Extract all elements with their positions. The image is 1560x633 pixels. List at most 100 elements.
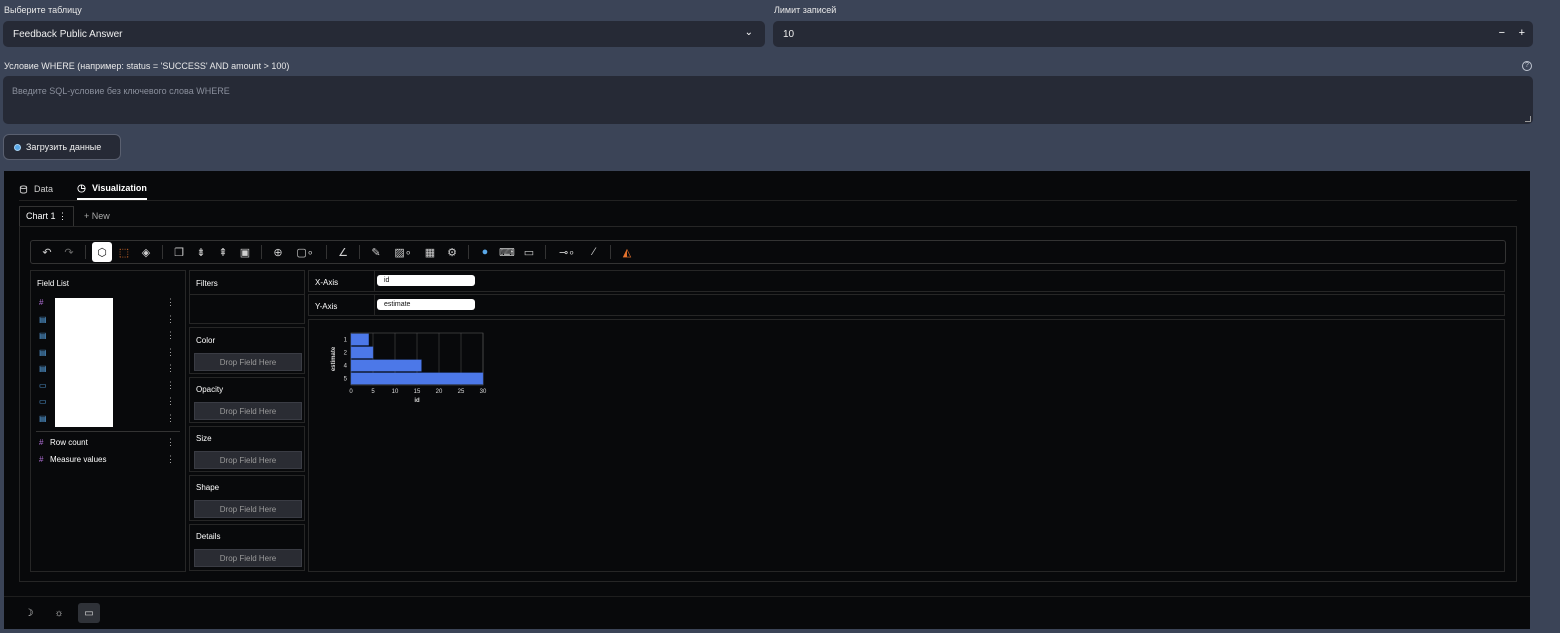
image-dropdown-icon[interactable]: ▨∘ [388,242,418,262]
toolbar-separator [326,245,327,259]
more-icon[interactable]: ⋮ [166,380,175,391]
main-tabs: Data Visualization [19,178,147,200]
filters-drop-area[interactable] [190,294,304,295]
tab-data[interactable]: Data [19,178,53,200]
export-icon[interactable]: ▣ [235,242,255,262]
shape-title: Shape [196,483,220,492]
field-name: Measure values [50,455,107,464]
y-axis-title: estimate [331,346,337,371]
details-drop-zone[interactable]: Drop Field Here [194,549,302,567]
system-mode-icon[interactable]: ▭ [78,603,100,623]
x-axis-label: X-Axis [315,278,339,287]
field-type-icon: ▤ [39,364,47,373]
size-dropdown-icon[interactable]: ▢∘ [290,242,320,262]
pointer-icon[interactable]: ⬚ [114,242,134,262]
more-icon[interactable]: ⋮ [166,437,175,448]
toolbar: ↶ ↷ ⬡ ⬚ ◈ ❐ ⇟ ⇞ ▣ ⊕ ▢∘ ∠ ✎ ▨∘ ▦ ⚙ ● ⌨ ▭ [30,240,1506,264]
table-icon[interactable]: ▦ [420,242,440,262]
color-drop-zone[interactable]: Drop Field Here [194,353,302,371]
filters-shelf: Filters [189,270,305,324]
limit-input[interactable]: 10 − + [773,21,1533,47]
more-icon[interactable]: ⋮ [166,347,175,358]
toolbar-separator [610,245,611,259]
brush-icon[interactable]: ⁄ [584,242,604,262]
sort-desc-icon[interactable]: ⇞ [213,242,233,262]
increment-button[interactable]: + [1519,27,1525,39]
more-icon[interactable]: ⋮ [58,211,67,221]
y-axis-label: Y-Axis [315,302,338,311]
x-tick-label: 15 [414,389,421,395]
x-axis-field-pill[interactable]: id [377,275,475,286]
resize-handle[interactable] [1525,116,1531,122]
wrench-icon[interactable]: ✎ [366,242,386,262]
more-icon[interactable]: ⋮ [166,363,175,374]
visualization-panel: Data Visualization Chart 1 ⋮ + New ↶ ↷ ⬡… [4,171,1530,629]
size-title: Size [196,434,212,443]
settings-icon[interactable]: ⚙ [442,242,462,262]
tab-visualization-label: Visualization [92,183,147,193]
dark-mode-icon[interactable]: ☽ [18,603,40,623]
measure-icon: # [39,455,44,464]
x-tick-label: 30 [480,389,487,395]
y-tick-label: 1 [344,338,348,344]
x-tick-label: 10 [392,389,399,395]
logo-icon[interactable]: ◭ [617,242,637,262]
table-select[interactable]: Feedback Public Answer ⌄ [3,21,765,47]
more-icon[interactable]: ⋮ [166,454,175,465]
tab-visualization[interactable]: Visualization [77,178,147,200]
copy-icon[interactable]: ❐ [169,242,189,262]
color-title: Color [196,336,216,345]
field-measure-values[interactable]: # Measure values ⋮ [31,452,187,468]
tabs-divider [19,200,1517,201]
zoom-icon[interactable]: ⊕ [268,242,288,262]
bar-chart[interactable]: 0 5 10 15 20 25 301245idestimate [319,328,519,428]
link-dropdown-icon[interactable]: ⊸∘ [552,242,582,262]
new-chart-button[interactable]: + New [74,207,120,225]
x-axis-title: id [414,398,420,404]
size-shelf: Size Drop Field Here [189,426,305,472]
y-axis-shelf: Y-Axis estimate [308,294,1505,316]
toolbar-separator [162,245,163,259]
more-icon[interactable]: ⋮ [166,396,175,407]
redo-icon[interactable]: ↷ [59,242,79,262]
more-icon[interactable]: ⋮ [166,314,175,325]
cube-icon[interactable]: ⬡ [92,242,112,262]
bar [350,359,422,372]
x-tick-label: 25 [458,389,465,395]
more-icon[interactable]: ⋮ [166,297,175,308]
paint-drop-icon[interactable]: ● [475,242,495,262]
load-data-label: Загрузить данные [26,142,102,152]
chart-tab-current[interactable]: Chart 1 ⋮ [19,206,75,226]
shape-drop-zone[interactable]: Drop Field Here [194,500,302,518]
sort-asc-icon[interactable]: ⇟ [191,242,211,262]
where-placeholder: Введите SQL-условие без ключевого слова … [12,86,230,96]
load-data-button[interactable]: Загрузить данные [3,134,121,160]
layers-icon[interactable]: ◈ [136,242,156,262]
field-type-icon: ▭ [39,380,47,390]
opacity-drop-zone[interactable]: Drop Field Here [194,402,302,420]
field-row-count[interactable]: # Row count ⋮ [31,435,187,451]
more-icon[interactable]: ⋮ [166,330,175,341]
monitor-icon[interactable]: ▭ [519,242,539,262]
toolbar-separator [468,245,469,259]
code-icon[interactable]: ⌨ [497,242,517,262]
filters-title: Filters [196,279,218,288]
chart-tab-label: Chart 1 [26,211,56,221]
y-axis-field-pill[interactable]: estimate [377,299,475,310]
x-tick-label: 5 [371,389,375,395]
size-drop-zone[interactable]: Drop Field Here [194,451,302,469]
table-select-value: Feedback Public Answer [13,28,123,40]
y-tick-label: 2 [344,351,348,357]
help-icon[interactable]: ? [1522,61,1532,71]
more-icon[interactable]: ⋮ [166,413,175,424]
axis-separator [374,271,375,291]
where-textarea[interactable]: Введите SQL-условие без ключевого слова … [3,76,1533,124]
x-tick-label: 20 [436,389,443,395]
decrement-button[interactable]: − [1499,27,1505,39]
where-label: Условие WHERE (например: status = 'SUCCE… [4,61,290,71]
light-mode-icon[interactable]: ☼ [48,603,70,623]
undo-icon[interactable]: ↶ [37,242,57,262]
field-list: Field List # ⋮ ▤ ⋮ ▤ ⋮ ▤ ⋮ ▤ ⋮ ▭ ⋮ ▭ ⋮ ▤ ⋮ # Row count … [30,270,186,572]
coordinate-icon[interactable]: ∠ [333,242,353,262]
measure-icon: # [39,438,44,447]
